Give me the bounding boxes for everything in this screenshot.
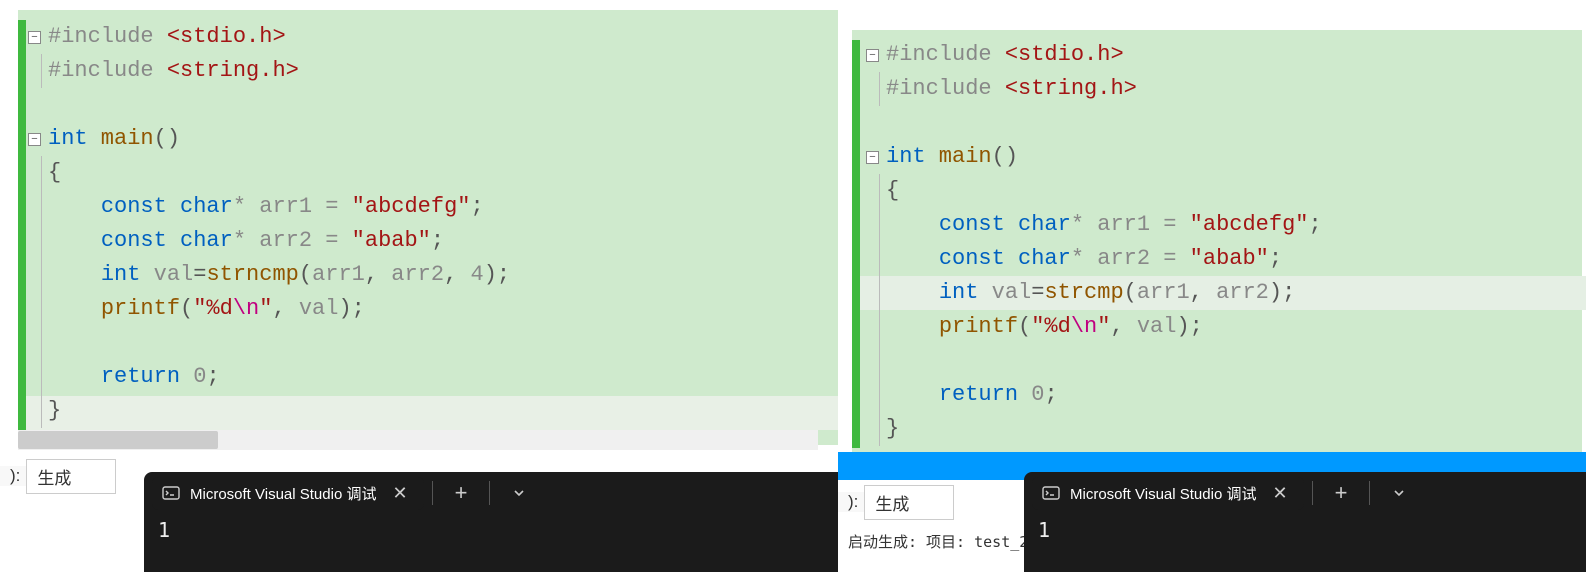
keyword: int bbox=[48, 126, 88, 151]
include-file: <stdio.h> bbox=[167, 24, 286, 49]
terminal-output[interactable]: 1 bbox=[144, 514, 838, 546]
code-area[interactable]: − #include <stdio.h> #include <string.h>… bbox=[0, 10, 510, 428]
close-brace: } bbox=[48, 394, 61, 428]
terminal-icon bbox=[1042, 484, 1060, 502]
debug-console[interactable]: Microsoft Visual Studio 调试 ✕ + 1 bbox=[144, 472, 838, 572]
close-icon[interactable]: ✕ bbox=[1266, 481, 1293, 506]
output-prefix: ): bbox=[0, 466, 26, 486]
fold-toggle[interactable]: − bbox=[866, 49, 879, 62]
function-call: printf bbox=[101, 296, 180, 321]
function-call: strncmp bbox=[206, 262, 298, 287]
function-call: strcmp bbox=[1044, 280, 1123, 305]
terminal-titlebar[interactable]: Microsoft Visual Studio 调试 ✕ + bbox=[1024, 472, 1586, 514]
scrollbar-thumb[interactable] bbox=[18, 431, 218, 449]
terminal-tab[interactable]: Microsoft Visual Studio 调试 ✕ bbox=[152, 477, 424, 510]
terminal-icon bbox=[162, 484, 180, 502]
fold-toggle[interactable]: − bbox=[28, 31, 41, 44]
include-file: <string.h> bbox=[167, 58, 299, 83]
terminal-title: Microsoft Visual Studio 调试 bbox=[1070, 483, 1256, 504]
horizontal-scrollbar[interactable] bbox=[18, 430, 818, 450]
terminal-output[interactable]: 1 bbox=[1024, 514, 1586, 546]
fold-toggle[interactable]: − bbox=[866, 151, 879, 164]
new-tab-button[interactable]: + bbox=[441, 476, 482, 510]
build-output-text: 启动生成: 项目: test_2_ bbox=[838, 531, 1037, 552]
preprocessor: #include bbox=[48, 58, 167, 83]
debug-console[interactable]: Microsoft Visual Studio 调试 ✕ + 1 bbox=[1024, 472, 1586, 572]
change-bar bbox=[18, 20, 26, 430]
preprocessor: #include bbox=[48, 24, 167, 49]
terminal-title: Microsoft Visual Studio 调试 bbox=[190, 483, 376, 504]
chevron-down-icon[interactable] bbox=[498, 482, 540, 504]
chevron-down-icon[interactable] bbox=[1378, 482, 1420, 504]
fold-toggle[interactable]: − bbox=[28, 133, 41, 146]
code-area[interactable]: − #include <stdio.h> #include <string.h>… bbox=[838, 28, 1322, 446]
change-bar bbox=[852, 40, 860, 448]
output-source-dropdown[interactable]: 生成 bbox=[864, 485, 954, 520]
right-pane: − #include <stdio.h> #include <string.h>… bbox=[838, 0, 1586, 572]
new-tab-button[interactable]: + bbox=[1321, 476, 1362, 510]
left-pane: − #include <stdio.h> #include <string.h>… bbox=[0, 0, 838, 572]
terminal-titlebar[interactable]: Microsoft Visual Studio 调试 ✕ + bbox=[144, 472, 838, 514]
output-prefix: ): bbox=[838, 492, 864, 512]
terminal-tab[interactable]: Microsoft Visual Studio 调试 ✕ bbox=[1032, 477, 1304, 510]
fold-line bbox=[41, 54, 42, 88]
open-brace: { bbox=[48, 156, 61, 190]
function-name: main bbox=[88, 126, 154, 151]
close-icon[interactable]: ✕ bbox=[386, 481, 413, 506]
output-source-dropdown[interactable]: 生成 bbox=[26, 459, 116, 494]
